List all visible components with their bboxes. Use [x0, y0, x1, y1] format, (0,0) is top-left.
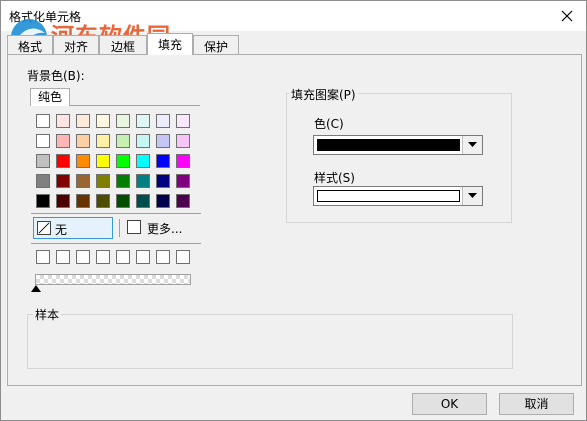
button-divider — [119, 219, 120, 237]
format-cells-dialog: 格式化单元格 河东软件园 www.pc0359.cn 格式 对齐 边框 填充 保… — [0, 0, 587, 421]
palette-swatch[interactable] — [116, 134, 130, 148]
palette-swatch[interactable] — [156, 154, 170, 168]
tab-border[interactable]: 边框 — [99, 35, 147, 55]
recent-color-swatch[interactable] — [116, 250, 130, 264]
no-color-button[interactable]: 无 — [33, 217, 113, 239]
window-title: 格式化单元格 — [9, 10, 82, 24]
recent-color-swatch[interactable] — [176, 250, 190, 264]
palette-swatch[interactable] — [176, 134, 190, 148]
palette-swatch[interactable] — [116, 194, 130, 208]
more-colors-button[interactable]: 更多... — [127, 219, 199, 237]
pattern-color-label: 色(C) — [314, 117, 344, 131]
pattern-style-dropdown[interactable] — [462, 187, 482, 205]
palette-swatch[interactable] — [76, 174, 90, 188]
palette-swatch[interactable] — [96, 114, 110, 128]
palette-swatch[interactable] — [116, 174, 130, 188]
palette-swatch[interactable] — [36, 114, 50, 128]
palette-swatch[interactable] — [176, 154, 190, 168]
sample-group-title: 样本 — [33, 306, 62, 323]
chevron-down-icon — [468, 193, 477, 198]
palette-swatch[interactable] — [76, 154, 90, 168]
pattern-group-title: 填充图案(P) — [289, 86, 358, 103]
palette-swatch[interactable] — [96, 154, 110, 168]
pattern-style-combo[interactable] — [313, 186, 483, 206]
palette-swatch[interactable] — [156, 194, 170, 208]
palette-swatch[interactable] — [56, 114, 70, 128]
more-colors-label: 更多... — [147, 222, 183, 236]
transparency-slider-thumb[interactable] — [31, 285, 41, 292]
recent-color-swatch[interactable] — [136, 250, 150, 264]
no-color-label: 无 — [55, 223, 68, 237]
no-color-icon — [37, 221, 51, 235]
palette-swatch[interactable] — [76, 134, 90, 148]
recent-color-swatch[interactable] — [96, 250, 110, 264]
tab-alignment[interactable]: 对齐 — [53, 35, 99, 55]
palette-swatch[interactable] — [56, 174, 70, 188]
pattern-color-preview — [317, 139, 460, 151]
background-color-label: 背景色(B): — [27, 69, 85, 83]
ok-button[interactable]: OK — [412, 393, 487, 415]
palette-swatch[interactable] — [56, 134, 70, 148]
pattern-style-label: 样式(S) — [314, 171, 355, 185]
recent-divider — [31, 243, 201, 244]
recent-color-swatch[interactable] — [76, 250, 90, 264]
tab-fill[interactable]: 填充 — [147, 33, 193, 55]
palette-swatch[interactable] — [96, 194, 110, 208]
palette-swatch[interactable] — [156, 174, 170, 188]
pattern-color-combo[interactable] — [313, 135, 483, 155]
palette-swatch[interactable] — [36, 174, 50, 188]
recent-color-swatch[interactable] — [156, 250, 170, 264]
palette-swatch[interactable] — [136, 114, 150, 128]
palette-swatch[interactable] — [76, 194, 90, 208]
palette-divider — [31, 213, 201, 214]
palette-swatch[interactable] — [76, 114, 90, 128]
palette-swatch[interactable] — [36, 194, 50, 208]
tab-protection[interactable]: 保护 — [193, 35, 239, 55]
palette-swatch[interactable] — [156, 134, 170, 148]
palette-swatch[interactable] — [156, 114, 170, 128]
close-button[interactable] — [556, 5, 578, 27]
pattern-color-dropdown[interactable] — [462, 136, 482, 154]
palette-swatch[interactable] — [136, 154, 150, 168]
palette-swatch[interactable] — [96, 134, 110, 148]
palette-swatch[interactable] — [176, 174, 190, 188]
palette-swatch[interactable] — [136, 194, 150, 208]
palette-swatch[interactable] — [116, 154, 130, 168]
palette-swatch[interactable] — [176, 114, 190, 128]
sample-groupbox — [27, 314, 513, 369]
cancel-button[interactable]: 取消 — [499, 393, 574, 415]
palette-swatch[interactable] — [56, 194, 70, 208]
close-icon — [561, 10, 573, 22]
palette-swatch[interactable] — [96, 174, 110, 188]
recent-color-swatch[interactable] — [56, 250, 70, 264]
palette-swatch[interactable] — [176, 194, 190, 208]
palette-swatch[interactable] — [116, 114, 130, 128]
chevron-down-icon — [468, 142, 477, 147]
pattern-style-preview — [317, 190, 460, 202]
palette-swatch[interactable] — [136, 134, 150, 148]
more-colors-swatch-icon — [127, 220, 141, 234]
recent-color-swatch[interactable] — [36, 250, 50, 264]
transparency-slider-track[interactable] — [35, 274, 191, 285]
palette-swatch[interactable] — [136, 174, 150, 188]
palette-swatch[interactable] — [36, 154, 50, 168]
subtab-underline — [70, 105, 200, 106]
solid-color-subtab[interactable]: 纯色 — [30, 88, 70, 106]
tab-format[interactable]: 格式 — [7, 35, 53, 55]
palette-swatch[interactable] — [36, 134, 50, 148]
title-bar: 格式化单元格 — [1, 1, 586, 31]
palette-swatch[interactable] — [56, 154, 70, 168]
